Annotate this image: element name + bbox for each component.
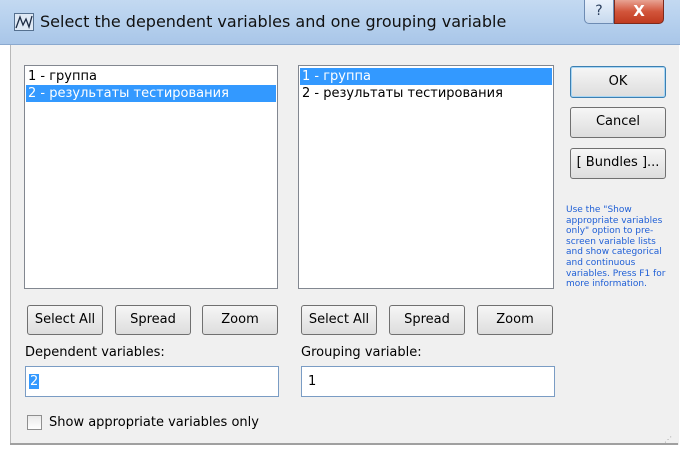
dependent-variables-field[interactable]: 2 — [25, 366, 279, 397]
dependent-variables-value: 2 — [29, 374, 40, 389]
show-appropriate-checkbox[interactable] — [27, 415, 42, 430]
ok-button[interactable]: OK — [570, 66, 666, 98]
bottom-border — [10, 443, 678, 445]
dialog-window: Select the dependent variables and one g… — [0, 0, 680, 453]
dependent-variables-label: Dependent variables: — [25, 345, 165, 360]
spread-dependent-button[interactable]: Spread — [115, 305, 191, 335]
list-item[interactable]: 1 - группа — [300, 68, 552, 85]
spread-grouping-button[interactable]: Spread — [389, 305, 465, 335]
statistica-app-icon — [14, 13, 34, 31]
help-icon: ? — [595, 3, 603, 19]
list-item[interactable]: 2 - результаты тестирования — [26, 85, 276, 102]
list-item[interactable]: 2 - результаты тестирования — [300, 85, 552, 102]
bundles-button[interactable]: [ Bundles ]... — [570, 148, 666, 179]
title-bar[interactable]: Select the dependent variables and one g… — [0, 0, 680, 45]
select-all-grouping-button[interactable]: Select All — [301, 305, 377, 335]
close-icon: X — [633, 2, 645, 20]
list-item[interactable]: 1 - группа — [26, 68, 276, 85]
grouping-variable-field[interactable]: 1 — [301, 366, 555, 397]
select-all-dependent-button[interactable]: Select All — [27, 305, 103, 335]
grouping-variable-value: 1 — [308, 374, 317, 389]
zoom-grouping-button[interactable]: Zoom — [477, 305, 553, 335]
grouping-variable-label: Grouping variable: — [301, 345, 422, 360]
help-button[interactable]: ? — [584, 0, 614, 24]
dependent-variables-list[interactable]: 1 - группа 2 - результаты тестирования — [24, 65, 278, 289]
hint-text: Use the "Show appropriate variables only… — [566, 205, 666, 290]
cancel-button[interactable]: Cancel — [570, 107, 666, 138]
show-appropriate-label[interactable]: Show appropriate variables only — [49, 415, 259, 430]
window-title: Select the dependent variables and one g… — [40, 12, 507, 31]
close-button[interactable]: X — [614, 0, 664, 24]
grouping-variable-list[interactable]: 1 - группа 2 - результаты тестирования — [298, 65, 554, 289]
zoom-dependent-button[interactable]: Zoom — [202, 305, 278, 335]
resize-grip-icon[interactable]: ⋰ — [664, 436, 674, 444]
